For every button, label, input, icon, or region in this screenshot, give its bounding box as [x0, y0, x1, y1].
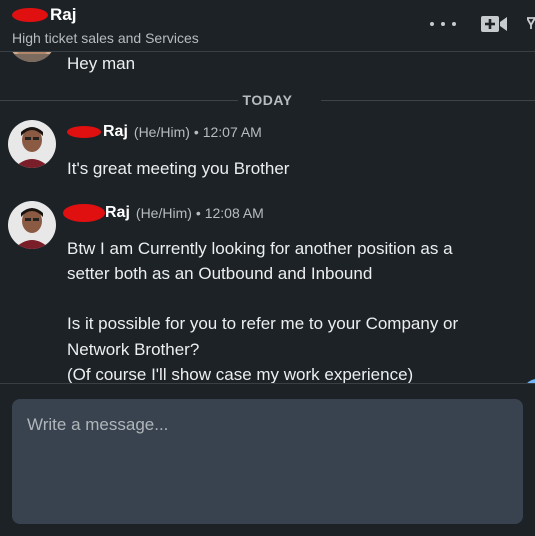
more-options-button[interactable] [428, 12, 458, 36]
message-timestamp: • 12:08 AM [195, 205, 264, 221]
message-composer[interactable] [12, 399, 523, 524]
sender-name[interactable]: Raj [103, 123, 128, 141]
avatar[interactable] [8, 120, 56, 168]
video-call-button[interactable] [480, 13, 508, 35]
profile-photo [8, 52, 56, 62]
message-text: setter both as an Outbound and Inbound [67, 264, 373, 283]
sender-name[interactable]: Raj [105, 204, 130, 222]
more-horizontal-icon [430, 22, 434, 26]
contact-headline: High ticket sales and Services [12, 30, 199, 46]
message-text: (Of course I'll show case my work experi… [67, 365, 414, 384]
avatar[interactable] [8, 52, 56, 62]
avatar[interactable] [8, 201, 56, 249]
date-divider: TODAY [0, 88, 535, 112]
message-timestamp: • 12:07 AM [193, 124, 262, 140]
message-input[interactable] [12, 399, 523, 524]
profile-photo [8, 201, 56, 249]
contact-name-row[interactable]: Raj [12, 4, 76, 26]
message-text: Network Brother? [67, 340, 200, 359]
message-text: Is it possible for you to refer me to yo… [67, 314, 459, 333]
compose-button[interactable] [525, 16, 535, 30]
redaction-mark [12, 8, 48, 22]
message-list[interactable]: Hey man TODAY Raj (He/Him) • 12:07 AM It… [0, 52, 535, 384]
divider-line-right [321, 100, 535, 101]
profile-photo [8, 120, 56, 168]
redaction-mark [63, 204, 105, 222]
conversation-header: Raj High ticket sales and Services [0, 0, 535, 52]
contact-name[interactable]: Raj [50, 5, 76, 25]
compose-icon [525, 17, 535, 29]
message-header: Raj (He/Him) • 12:08 AM [63, 202, 264, 224]
video-call-icon [481, 16, 507, 32]
message-header: Raj (He/Him) • 12:07 AM [67, 121, 262, 143]
message-text: It's great meeting you Brother [67, 159, 290, 178]
message-text: Btw I am Currently looking for another p… [67, 239, 453, 258]
sender-pronouns: (He/Him) [135, 205, 192, 221]
scroll-to-bottom-button[interactable] [523, 379, 535, 383]
sender-pronouns: (He/Him) [133, 124, 190, 140]
message-text: Hey man [67, 54, 136, 73]
redaction-mark [67, 126, 101, 138]
